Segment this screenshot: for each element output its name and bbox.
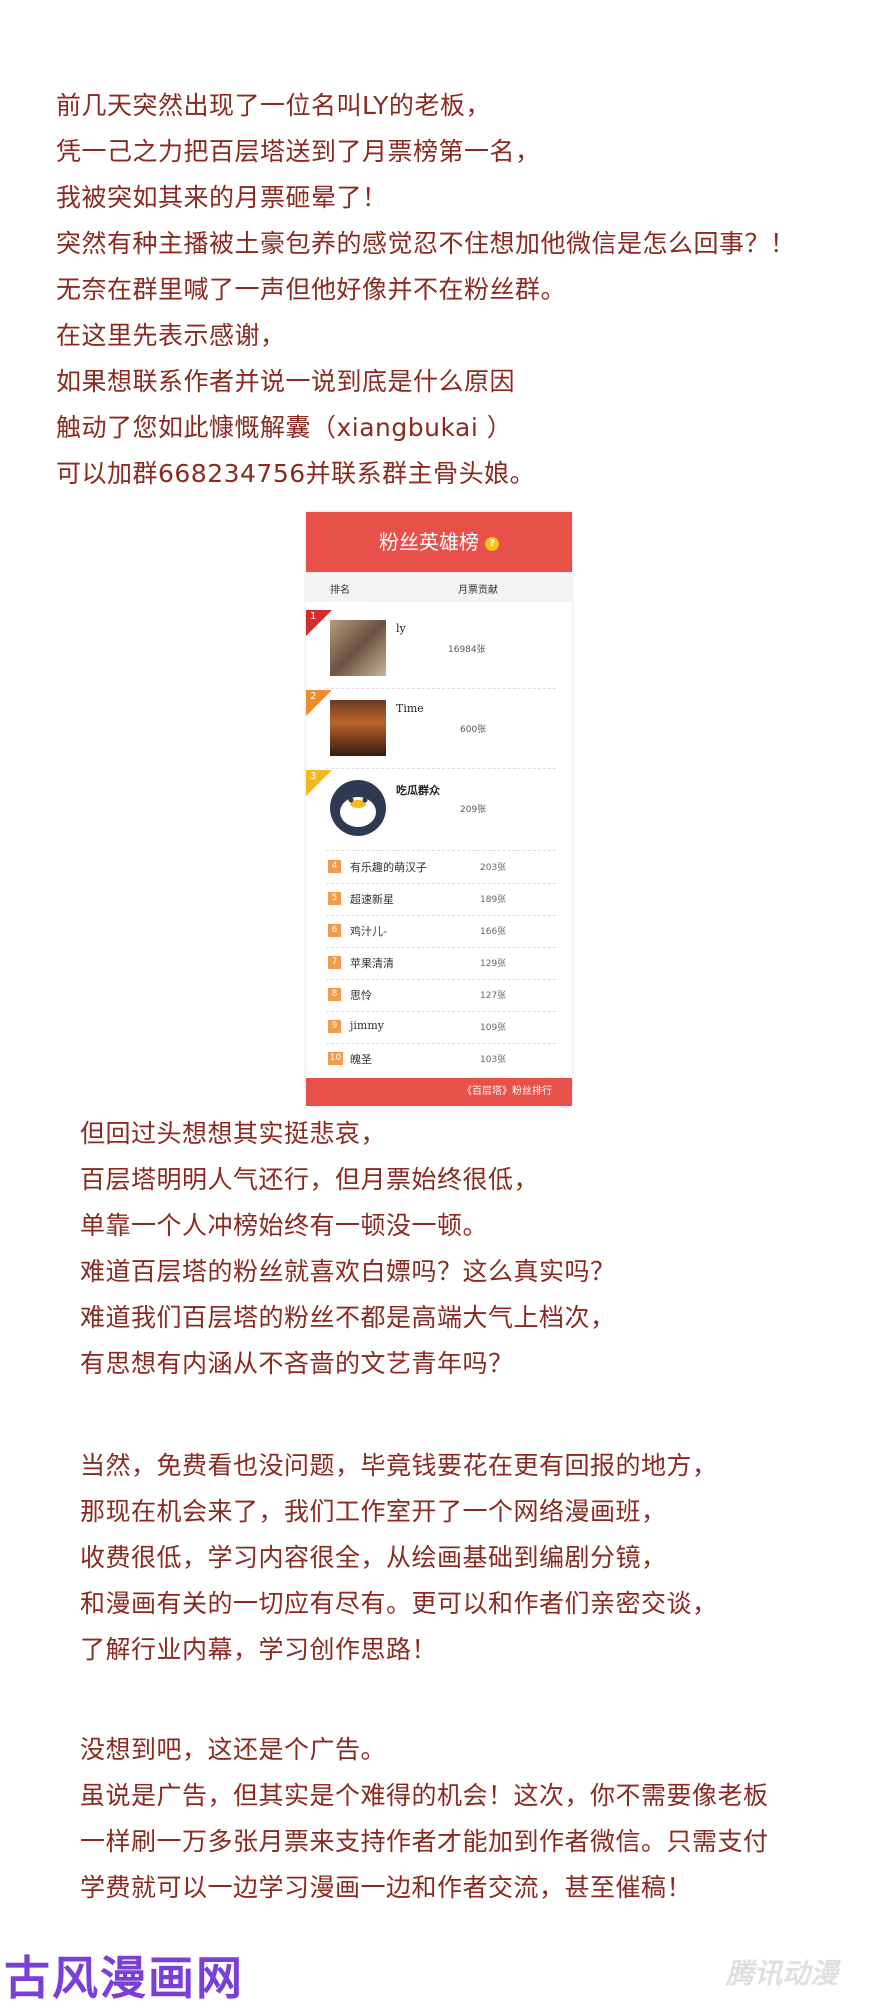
rank-number: 3 xyxy=(310,771,317,782)
text-line: 难道我们百层塔的粉丝不都是高端大气上档次， xyxy=(80,1303,616,1332)
question-icon[interactable]: ? xyxy=(485,536,499,551)
text-line: 有思想有内涵从不吝啬的文艺青年吗？ xyxy=(80,1349,514,1378)
fan-votes: 103张 xyxy=(480,1055,507,1065)
fan-name: 有乐趣的萌汉子 xyxy=(350,861,427,874)
text-line: 但回过头想想其实挺悲哀， xyxy=(80,1119,387,1148)
text-line: 如果想联系作者并说一说到底是什么原因 xyxy=(56,367,516,396)
text-line: 收费很低，学习内容很全，从绘画基础到编剧分镜， xyxy=(80,1543,667,1572)
ranking-header: 粉丝英雄榜? xyxy=(306,512,572,572)
ranking-footer[interactable]: 《百层塔》粉丝排行 xyxy=(306,1078,572,1106)
ranking-top-row[interactable]: 1 ly 16984张 xyxy=(306,610,572,690)
text-line: 单靠一个人冲榜始终有一顿没一顿。 xyxy=(80,1211,489,1240)
fan-ranking-card: 粉丝英雄榜? 排名 月票贡献 1 ly 16984张 2 Time 600张 3 xyxy=(306,512,572,1106)
fan-name: 魄圣 xyxy=(350,1053,372,1066)
ranking-top-row[interactable]: 3 吃瓜群众 209张 xyxy=(306,770,572,850)
text-line: 前几天突然出现了一位名叫LY的老板， xyxy=(56,91,491,120)
text-line: 百层塔明明人气还行，但月票始终很低， xyxy=(80,1165,540,1194)
fan-name: Time xyxy=(396,702,424,715)
avatar xyxy=(330,620,386,676)
rank-number: 4 xyxy=(328,860,341,873)
ranking-row[interactable]: 5 超速新星 189张 xyxy=(306,884,572,915)
fan-votes: 129张 xyxy=(480,959,507,969)
ranking-row[interactable]: 10 魄圣 103张 xyxy=(306,1044,572,1075)
rank-number: 10 xyxy=(328,1052,343,1065)
site-watermark-right: 腾讯动漫 xyxy=(726,1957,839,1990)
rank-number: 7 xyxy=(328,956,341,969)
ranking-footer-link[interactable]: 《百层塔》粉丝排行 xyxy=(462,1086,552,1097)
penguin-avatar xyxy=(330,780,386,836)
rank-number: 2 xyxy=(310,691,317,702)
divider xyxy=(326,850,556,851)
text-line: 了解行业内幕，学习创作思路！ xyxy=(80,1635,438,1664)
fan-name: ly xyxy=(396,622,406,635)
column-rank-label: 排名 xyxy=(330,585,350,596)
fan-votes: 209张 xyxy=(460,805,487,815)
text-line: 那现在机会来了，我们工作室开了一个网络漫画班， xyxy=(80,1497,667,1526)
column-votes-label: 月票贡献 xyxy=(458,585,498,596)
text-line: 一样刷一万多张月票来支持作者才能加到作者微信。只需支付 xyxy=(80,1827,769,1856)
divider xyxy=(326,768,556,769)
rank-number: 6 xyxy=(328,924,341,937)
ranking-row[interactable]: 4 有乐趣的萌汉子 203张 xyxy=(306,852,572,883)
text-line: 在这里先表示感谢， xyxy=(56,321,286,350)
ranking-row[interactable]: 9 jimmy 109张 xyxy=(306,1012,572,1043)
fan-votes: 166张 xyxy=(480,927,507,937)
ranking-row[interactable]: 6 鸡汁儿- 166张 xyxy=(306,916,572,947)
fan-name: 鸡汁儿- xyxy=(350,925,387,938)
fan-name: 吃瓜群众 xyxy=(396,784,440,797)
fan-votes: 127张 xyxy=(480,991,507,1001)
ranking-top-row[interactable]: 2 Time 600张 xyxy=(306,690,572,770)
text-line: 凭一己之力把百层塔送到了月票榜第一名， xyxy=(56,137,541,166)
text-line: 无奈在群里喊了一声但他好像并不在粉丝群。 xyxy=(56,275,567,304)
fan-votes: 189张 xyxy=(480,895,507,905)
fan-name: jimmy xyxy=(350,1019,385,1032)
ranking-title: 粉丝英雄榜 xyxy=(379,530,479,554)
fan-votes: 109张 xyxy=(480,1023,507,1033)
fan-votes: 16984张 xyxy=(448,645,486,655)
fan-name: 超速新星 xyxy=(350,893,394,906)
avatar xyxy=(330,700,386,756)
text-line: 触动了您如此慷慨解囊（xiangbukai ） xyxy=(56,413,513,442)
text-line: 和漫画有关的一切应有尽有。更可以和作者们亲密交谈， xyxy=(80,1589,718,1618)
text-line: 当然，免费看也没问题，毕竟钱要花在更有回报的地方， xyxy=(80,1451,718,1480)
fan-name: 思怜 xyxy=(350,989,372,1002)
ranking-row[interactable]: 7 苹果清清 129张 xyxy=(306,948,572,979)
rank-number: 9 xyxy=(328,1020,341,1033)
fan-votes: 600张 xyxy=(460,725,487,735)
text-line: 可以加群668234756并联系群主骨头娘。 xyxy=(56,459,536,488)
fan-name: 苹果清清 xyxy=(350,957,394,970)
divider xyxy=(326,688,556,689)
rank-number: 8 xyxy=(328,988,341,1001)
text-line: 难道百层塔的粉丝就喜欢白嫖吗？这么真实吗？ xyxy=(80,1257,616,1286)
fan-votes: 203张 xyxy=(480,863,507,873)
text-line: 虽说是广告，但其实是个难得的机会！这次，你不需要像老板 xyxy=(80,1781,769,1810)
text-line: 突然有种主播被土豪包养的感觉忍不住想加他微信是怎么回事？！ xyxy=(56,229,796,258)
rank-number: 5 xyxy=(328,892,341,905)
penguin-icon xyxy=(331,781,385,835)
text-line: 学费就可以一边学习漫画一边和作者交流，甚至催稿！ xyxy=(80,1873,693,1902)
site-watermark-left: 古风漫画网 xyxy=(4,1951,244,2005)
ranking-row[interactable]: 8 思怜 127张 xyxy=(306,980,572,1011)
ranking-column-header: 排名 月票贡献 xyxy=(306,572,572,602)
text-line: 我被突如其来的月票砸晕了！ xyxy=(56,183,388,212)
rank-number: 1 xyxy=(310,611,317,622)
text-line: 没想到吧，这还是个广告。 xyxy=(80,1735,387,1764)
